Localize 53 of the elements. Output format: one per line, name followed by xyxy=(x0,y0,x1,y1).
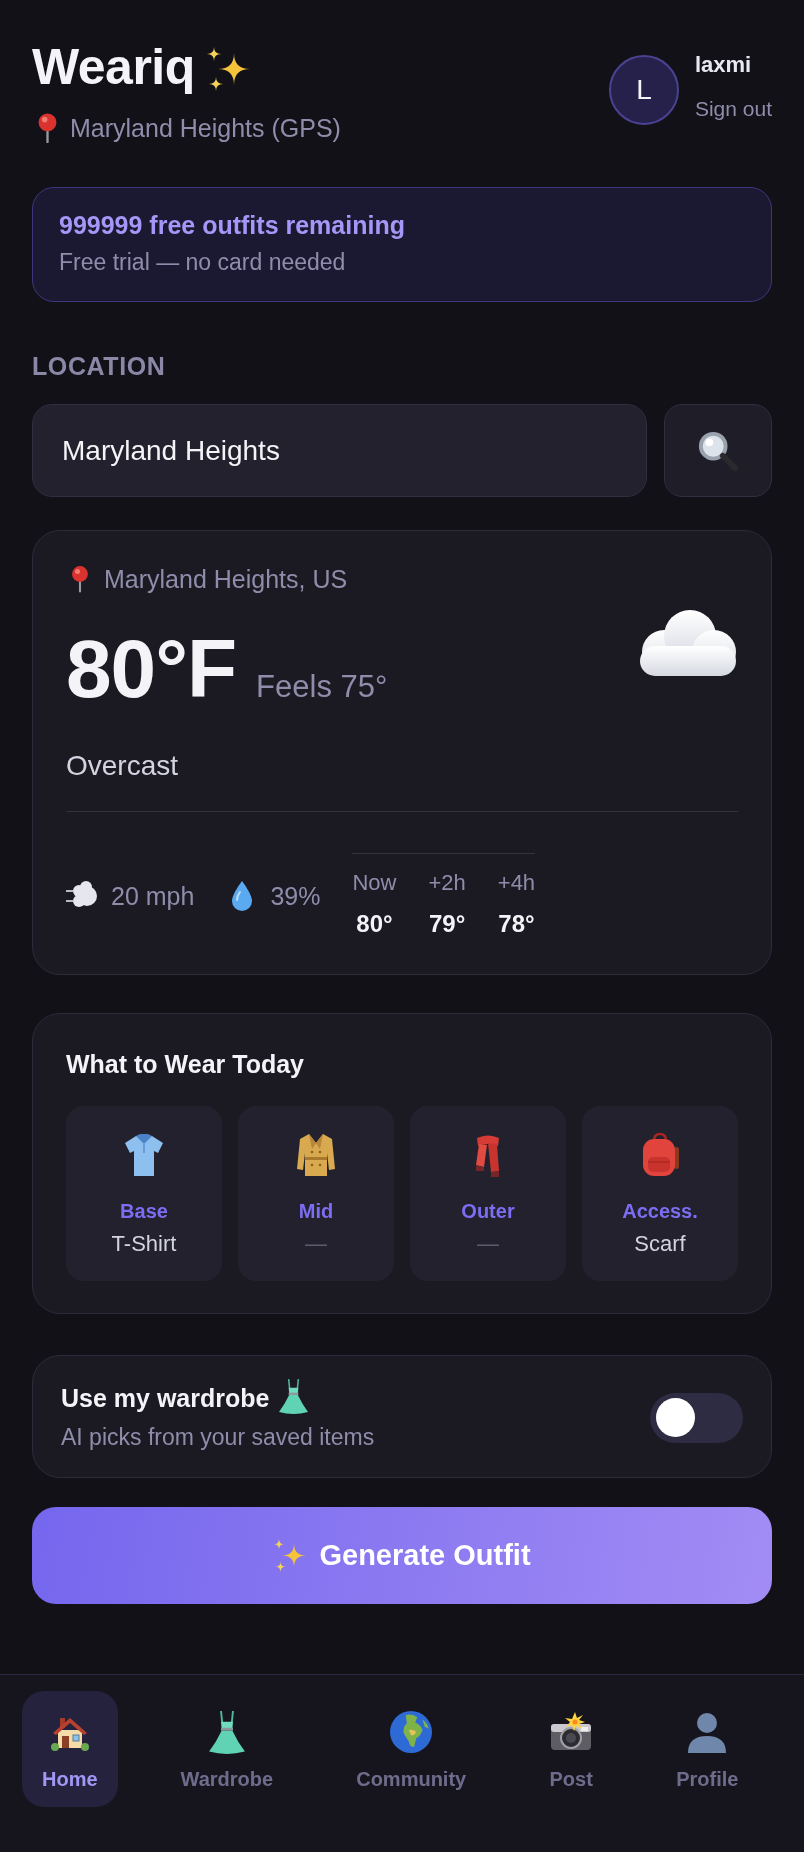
forecast-temp: 80° xyxy=(356,909,393,938)
forecast-time: +2h xyxy=(428,870,466,896)
outfit-title: What to Wear Today xyxy=(66,1049,305,1079)
dress-icon xyxy=(208,1710,245,1754)
wind-speed: 20 mph xyxy=(111,880,195,911)
location-input[interactable]: Maryland Heights xyxy=(32,404,647,497)
humidity: 39% xyxy=(270,880,321,911)
sign-out-link[interactable]: Sign out xyxy=(694,96,772,122)
layer-label: Access. xyxy=(622,1199,698,1223)
location-label: LOCATION xyxy=(32,351,167,381)
nav-tab[interactable]: Community xyxy=(336,1691,487,1807)
pin-icon xyxy=(70,565,90,593)
layer-value: — xyxy=(477,1231,499,1257)
feels-like: Feels 75° xyxy=(256,669,388,705)
camera-flash-icon xyxy=(549,1712,594,1752)
weather-place: Maryland Heights, US xyxy=(104,564,348,594)
layer-label: Outer xyxy=(461,1199,515,1223)
sparkles-icon xyxy=(273,1539,307,1572)
layer-value: — xyxy=(305,1231,327,1257)
coat-icon xyxy=(295,1133,337,1177)
trial-note: Free trial — no card needed xyxy=(59,248,347,277)
forecast-temp: 78° xyxy=(498,909,535,938)
wardrobe-toggle[interactable] xyxy=(650,1392,743,1443)
forecast-temp: 79° xyxy=(428,909,466,938)
person-icon xyxy=(686,1711,729,1753)
nav-tab[interactable]: Home xyxy=(22,1691,118,1807)
wardrobe-subtitle: AI picks from your saved items xyxy=(61,1423,375,1452)
weather-condition: Overcast xyxy=(66,749,180,783)
search-button[interactable] xyxy=(664,404,772,497)
droplet-icon xyxy=(232,880,253,911)
nav-tab[interactable]: Wardrobe xyxy=(160,1691,294,1807)
user-name: laxmi xyxy=(694,52,752,78)
avatar: L xyxy=(608,55,679,125)
forecast-time: Now xyxy=(352,870,397,896)
dress-icon xyxy=(279,1378,309,1414)
temperature: 80°F xyxy=(66,628,237,710)
wardrobe-title: Use my wardrobe xyxy=(61,1383,270,1413)
gps-location: Maryland Heights (GPS) xyxy=(70,113,341,143)
app-title: Weariq xyxy=(32,38,195,97)
forecast-time: +4h xyxy=(497,870,536,896)
generate-outfit-button[interactable]: Generate Outfit xyxy=(32,1507,772,1604)
shirt-icon xyxy=(123,1133,165,1177)
search-icon xyxy=(697,429,739,472)
layer-label: Mid xyxy=(298,1199,334,1223)
nav-tab[interactable]: Profile xyxy=(656,1691,759,1807)
nav-tab[interactable]: Post xyxy=(529,1691,614,1807)
globe-icon xyxy=(390,1711,433,1753)
layer-value: Scarf xyxy=(634,1231,686,1257)
layer-value: T-Shirt xyxy=(111,1231,177,1257)
pin-icon xyxy=(36,113,59,143)
layer-label: Base xyxy=(120,1199,168,1223)
backpack-icon xyxy=(641,1133,679,1177)
outfits-remaining: 999999 free outfits remaining xyxy=(59,210,406,240)
